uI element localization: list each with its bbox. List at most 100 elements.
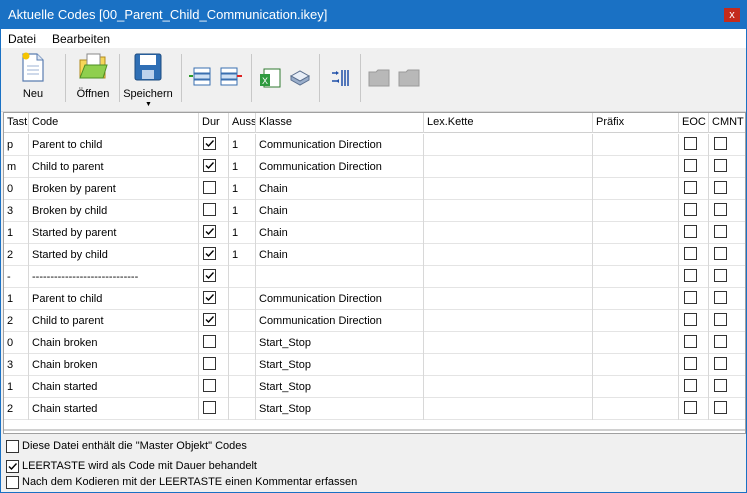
cell-auss[interactable]	[229, 310, 256, 332]
dur-checkbox[interactable]	[203, 379, 216, 392]
dur-checkbox[interactable]	[203, 291, 216, 304]
cell-praefix[interactable]	[593, 354, 679, 376]
column-header-cmnt[interactable]: CMNT	[709, 113, 745, 133]
new-button[interactable]: Neu	[11, 52, 55, 104]
eoc-checkbox[interactable]	[684, 401, 697, 414]
cmnt-checkbox[interactable]	[714, 137, 727, 150]
cell-praefix[interactable]	[593, 398, 679, 420]
eoc-checkbox[interactable]	[684, 335, 697, 348]
cmnt-checkbox[interactable]	[714, 357, 727, 370]
cell-tast[interactable]: 2	[4, 398, 29, 420]
cell-auss[interactable]: 1	[229, 200, 256, 222]
cell-klasse[interactable]: Start_Stop	[256, 398, 424, 420]
cell-cmnt[interactable]	[709, 354, 745, 376]
dur-checkbox[interactable]	[203, 203, 216, 216]
delete-row-button[interactable]	[219, 66, 243, 90]
cmnt-checkbox[interactable]	[714, 313, 727, 326]
cell-lexkette[interactable]	[424, 310, 593, 332]
cell-lexkette[interactable]	[424, 332, 593, 354]
eoc-checkbox[interactable]	[684, 357, 697, 370]
cell-klasse[interactable]: Chain	[256, 178, 424, 200]
cell-auss[interactable]	[229, 266, 256, 288]
table-row[interactable]: 1 Parent to child Communication Direction	[4, 288, 745, 310]
cell-tast[interactable]: 0	[4, 332, 29, 354]
cell-lexkette[interactable]	[424, 244, 593, 266]
eoc-checkbox[interactable]	[684, 313, 697, 326]
cell-klasse[interactable]: Communication Direction	[256, 310, 424, 332]
table-row[interactable]: m Child to parent 1 Communication Direction	[4, 156, 745, 178]
cell-tast[interactable]: 3	[4, 200, 29, 222]
dur-checkbox[interactable]	[203, 269, 216, 282]
cell-cmnt[interactable]	[709, 310, 745, 332]
cell-lexkette[interactable]	[424, 354, 593, 376]
cell-klasse[interactable]: Communication Direction	[256, 156, 424, 178]
cell-code[interactable]: Child to parent	[29, 310, 199, 332]
option-checkbox[interactable]	[6, 460, 19, 473]
cell-code[interactable]: -----------------------------	[29, 266, 199, 288]
cell-dur[interactable]	[199, 134, 229, 156]
cell-dur[interactable]	[199, 354, 229, 376]
cell-lexkette[interactable]	[424, 222, 593, 244]
cell-klasse[interactable]: Chain	[256, 222, 424, 244]
insert-row-button[interactable]	[188, 66, 212, 90]
cmnt-checkbox[interactable]	[714, 291, 727, 304]
align-button[interactable]	[328, 66, 354, 90]
cell-dur[interactable]	[199, 310, 229, 332]
cell-lexkette[interactable]	[424, 200, 593, 222]
cell-praefix[interactable]	[593, 332, 679, 354]
dur-checkbox[interactable]	[203, 401, 216, 414]
cell-praefix[interactable]	[593, 200, 679, 222]
cell-cmnt[interactable]	[709, 266, 745, 288]
cmnt-checkbox[interactable]	[714, 225, 727, 238]
option-checkbox[interactable]	[6, 440, 19, 453]
cell-dur[interactable]	[199, 222, 229, 244]
cell-lexkette[interactable]	[424, 398, 593, 420]
option-checkbox[interactable]	[6, 476, 19, 489]
cell-code[interactable]: Chain broken	[29, 354, 199, 376]
save-button[interactable]: Speichern ▼	[122, 52, 174, 110]
cell-eoc[interactable]	[679, 200, 709, 222]
table-row[interactable]: 0 Chain broken Start_Stop	[4, 332, 745, 354]
eoc-checkbox[interactable]	[684, 269, 697, 282]
cell-dur[interactable]	[199, 244, 229, 266]
eoc-checkbox[interactable]	[684, 203, 697, 216]
cell-klasse[interactable]: Chain	[256, 244, 424, 266]
cmnt-checkbox[interactable]	[714, 159, 727, 172]
cell-eoc[interactable]	[679, 222, 709, 244]
cell-auss[interactable]	[229, 376, 256, 398]
cell-tast[interactable]: 1	[4, 288, 29, 310]
cell-eoc[interactable]	[679, 310, 709, 332]
cell-praefix[interactable]	[593, 222, 679, 244]
cell-code[interactable]: Broken by child	[29, 200, 199, 222]
eoc-checkbox[interactable]	[684, 291, 697, 304]
cell-dur[interactable]	[199, 288, 229, 310]
cell-code[interactable]: Chain started	[29, 398, 199, 420]
table-row[interactable]: - -----------------------------	[4, 266, 745, 288]
cell-praefix[interactable]	[593, 266, 679, 288]
cell-auss[interactable]: 1	[229, 134, 256, 156]
cell-cmnt[interactable]	[709, 398, 745, 420]
cell-klasse[interactable]: Communication Direction	[256, 134, 424, 156]
cmnt-checkbox[interactable]	[714, 203, 727, 216]
table-row[interactable]: 3 Broken by child 1 Chain	[4, 200, 745, 222]
column-header-dur[interactable]: Dur	[199, 113, 229, 133]
cell-lexkette[interactable]	[424, 266, 593, 288]
cell-cmnt[interactable]	[709, 288, 745, 310]
cell-klasse[interactable]: Communication Direction	[256, 288, 424, 310]
cell-dur[interactable]	[199, 200, 229, 222]
cell-praefix[interactable]	[593, 288, 679, 310]
cmnt-checkbox[interactable]	[714, 181, 727, 194]
close-button[interactable]: x	[724, 8, 740, 22]
dur-checkbox[interactable]	[203, 181, 216, 194]
cell-cmnt[interactable]	[709, 200, 745, 222]
cell-code[interactable]: Started by parent	[29, 222, 199, 244]
cell-cmnt[interactable]	[709, 156, 745, 178]
eoc-checkbox[interactable]	[684, 225, 697, 238]
cell-praefix[interactable]	[593, 376, 679, 398]
codes-grid[interactable]: Tast Code Dur Auss Klasse Lex.Kette Präfix EOC C…	[3, 112, 746, 434]
dur-checkbox[interactable]	[203, 335, 216, 348]
cell-klasse[interactable]	[256, 266, 424, 288]
column-header-lexkette[interactable]: Lex.Kette	[424, 113, 593, 133]
cell-praefix[interactable]	[593, 310, 679, 332]
title-bar[interactable]: Aktuelle Codes [00_Parent_Child_Communic…	[1, 1, 746, 29]
